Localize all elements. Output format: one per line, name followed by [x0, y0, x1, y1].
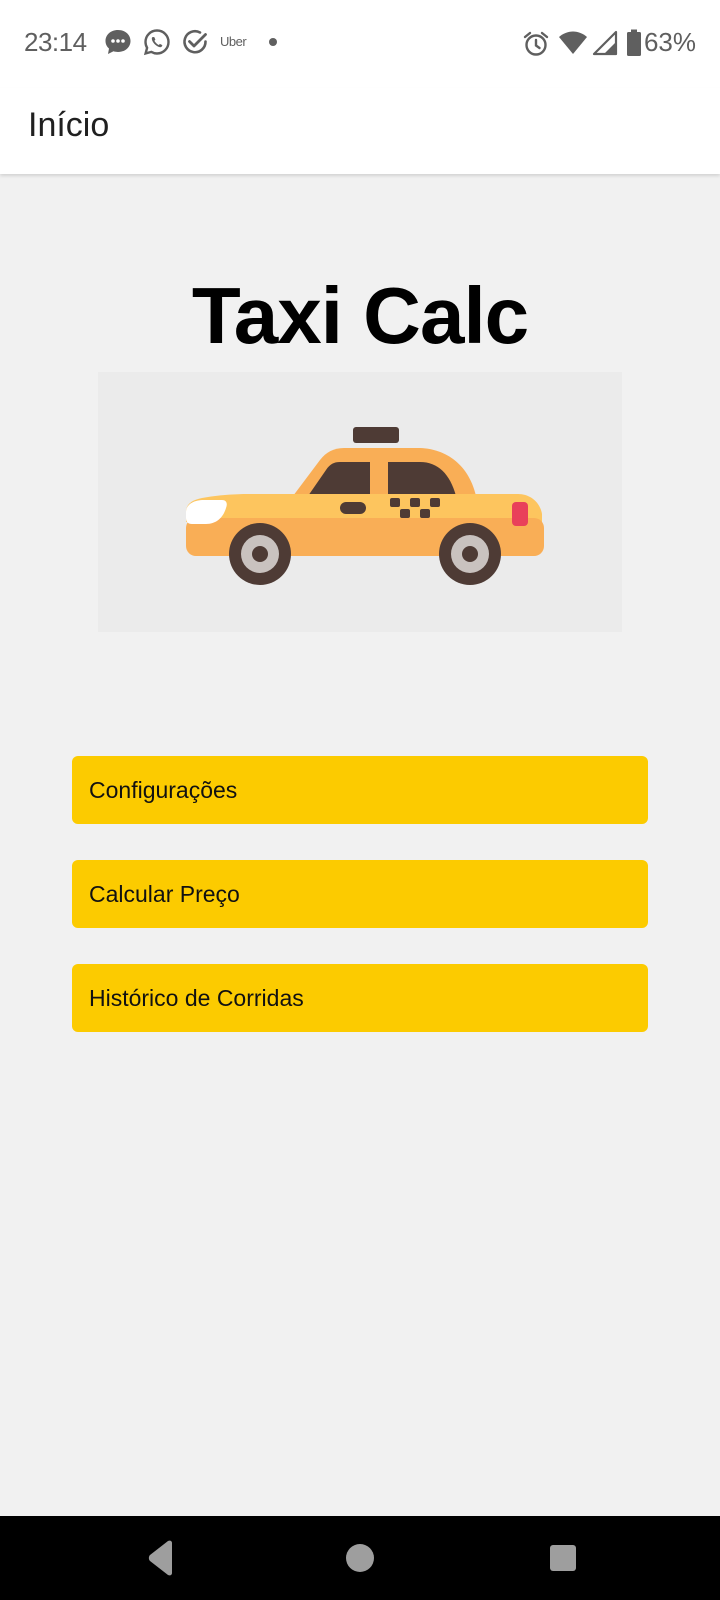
alarm-icon: [523, 31, 549, 56]
recents-icon[interactable]: [548, 1538, 578, 1578]
home-icon[interactable]: [345, 1538, 375, 1578]
app-bar: Início: [0, 88, 720, 174]
app-heading: Taxi Calc: [191, 271, 529, 360]
whatsapp-icon: [143, 29, 170, 56]
taxi-car-image: [98, 372, 622, 632]
check-circle-icon: [183, 29, 207, 54]
taxi-car-illustration: [186, 427, 544, 585]
system-navigation-bar: [0, 1516, 720, 1600]
signal-icon: [592, 30, 618, 56]
back-icon[interactable]: [146, 1538, 176, 1578]
settings-button[interactable]: Configurações: [72, 756, 648, 824]
wifi-icon: [559, 31, 587, 54]
ride-history-button[interactable]: Histórico de Corridas: [72, 964, 648, 1032]
calculate-price-button[interactable]: Calcular Preço: [72, 860, 648, 928]
uber-icon: Uber: [220, 34, 247, 49]
battery-icon: [627, 29, 641, 56]
status-bar: 23:14 Uber 63%: [0, 0, 720, 88]
dot-icon: [269, 38, 277, 46]
status-time: 23:14: [24, 27, 87, 57]
messages-icon: [105, 30, 131, 54]
battery-percentage: 63%: [643, 27, 696, 57]
page-title: Início: [28, 106, 110, 144]
